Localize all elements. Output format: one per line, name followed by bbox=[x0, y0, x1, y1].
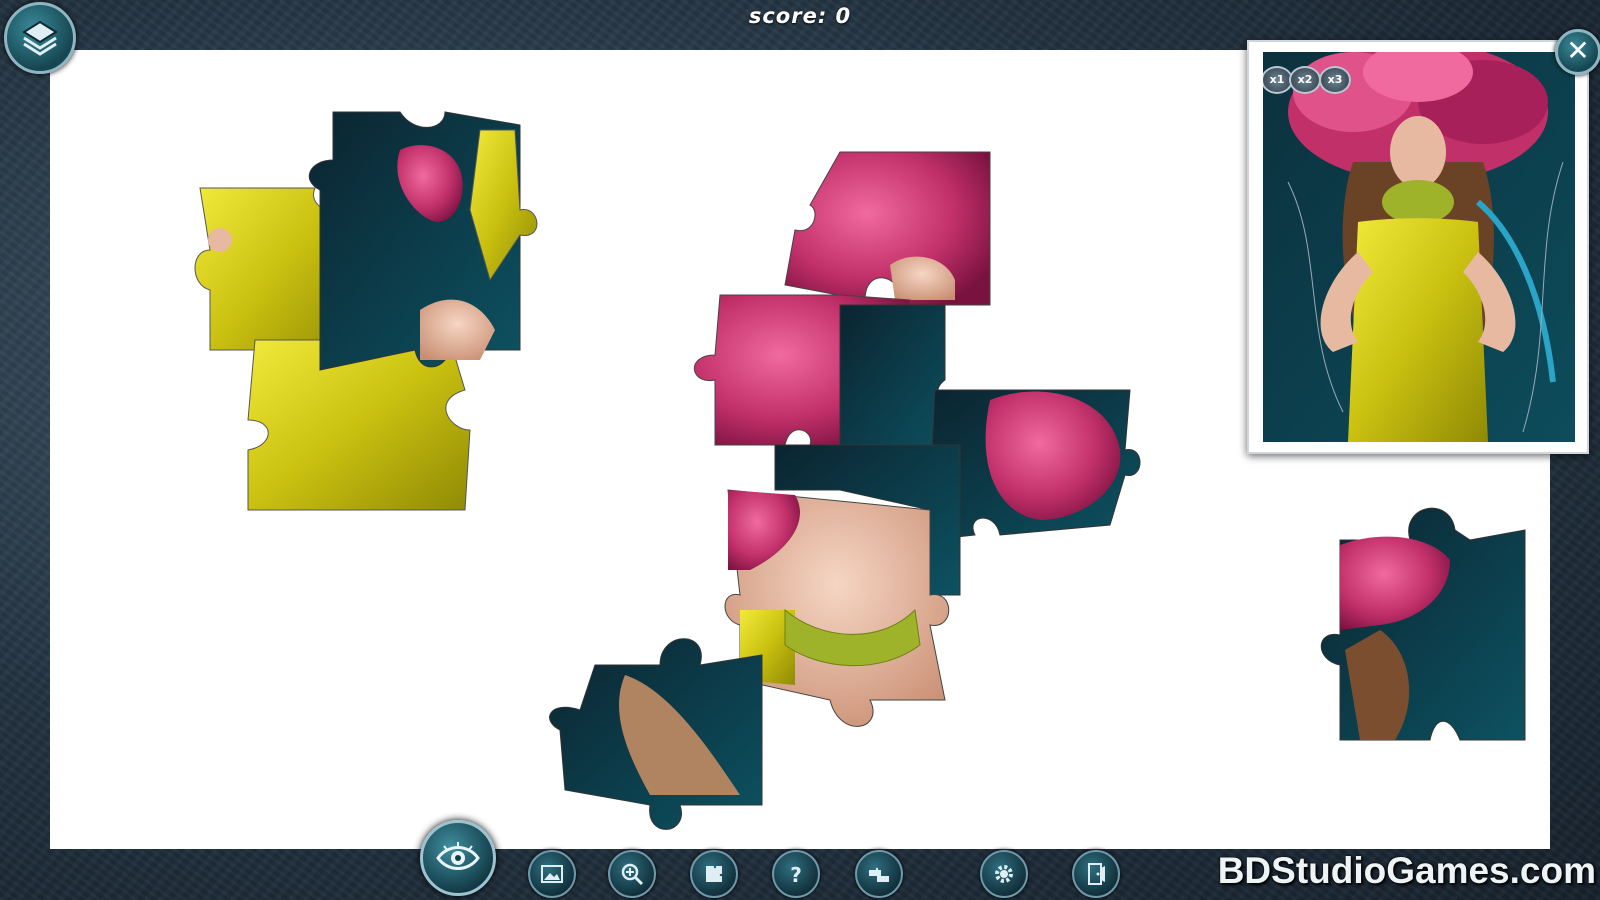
piece-cluster-right[interactable] bbox=[1320, 507, 1526, 741]
piece-cluster-center[interactable] bbox=[549, 151, 1141, 830]
layers-icon bbox=[22, 20, 58, 56]
sort-edges-button[interactable] bbox=[690, 850, 738, 898]
help-icon: ? bbox=[790, 863, 802, 886]
close-icon: ✕ bbox=[1566, 34, 1590, 67]
preview-image: x1 x2 x3 bbox=[1263, 52, 1575, 442]
piece-cluster-left[interactable] bbox=[194, 111, 538, 511]
toolbar: ? BDStudioGames.com bbox=[0, 820, 1600, 900]
zoom-button[interactable] bbox=[608, 850, 656, 898]
picture-icon bbox=[541, 865, 563, 883]
exit-icon bbox=[1088, 863, 1105, 885]
multiplier-x2-button[interactable]: x2 bbox=[1289, 66, 1321, 94]
zoom-icon bbox=[621, 863, 644, 886]
shuffle-pieces-icon bbox=[869, 867, 889, 882]
multiplier-x3-button[interactable]: x3 bbox=[1319, 66, 1351, 94]
settings-icon bbox=[995, 865, 1013, 883]
watermark-text: BDStudioGames.com bbox=[1217, 850, 1596, 891]
score-label: score: 0 bbox=[748, 4, 852, 28]
close-preview-button[interactable]: ✕ bbox=[1555, 29, 1600, 75]
show-preview-button[interactable] bbox=[420, 820, 496, 896]
menu-button[interactable] bbox=[4, 2, 76, 74]
svg-text:?: ? bbox=[790, 863, 802, 886]
hint-button[interactable]: ? bbox=[772, 850, 820, 898]
exit-button[interactable] bbox=[1072, 850, 1120, 898]
scatter-button[interactable] bbox=[855, 850, 903, 898]
puzzle-piece bbox=[784, 151, 991, 306]
settings-button[interactable] bbox=[980, 850, 1028, 898]
eye-icon bbox=[436, 842, 480, 870]
preview-window[interactable]: x1 x2 x3 bbox=[1247, 40, 1589, 454]
edge-pieces-icon bbox=[706, 866, 722, 882]
reference-picture bbox=[1263, 52, 1575, 442]
background-button[interactable] bbox=[528, 850, 576, 898]
